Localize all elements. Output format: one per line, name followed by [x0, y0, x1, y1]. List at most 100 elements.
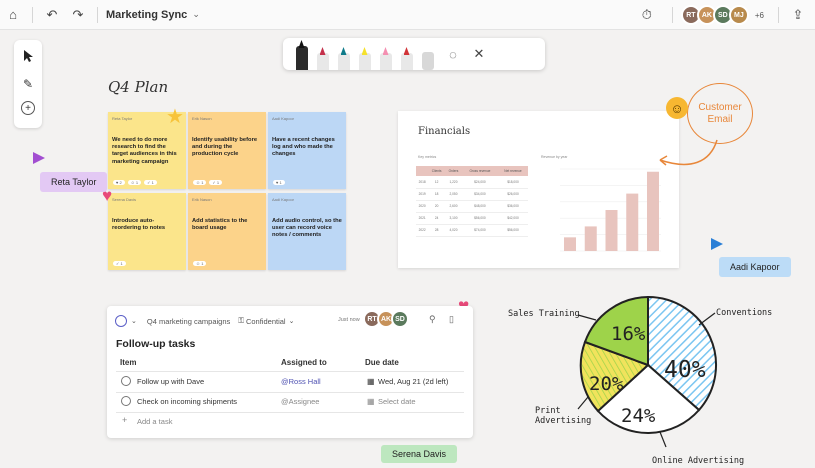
sticky-note[interactable]: Erik Nason Identify usability before and…: [188, 112, 266, 189]
note-text: Add audio control, so the user can recor…: [272, 218, 342, 239]
left-toolbar: ✎ +: [14, 40, 42, 128]
sticky-note[interactable]: Serena Davis Introduce auto-reordering t…: [108, 193, 186, 270]
task-row[interactable]: Check on incoming shipments @Assignee ▦ …: [107, 393, 473, 411]
pie-drawing: [577, 295, 717, 448]
avatar[interactable]: SD: [391, 310, 409, 328]
customer-email-bubble[interactable]: Customer Email: [687, 83, 753, 144]
card-title: Follow-up tasks: [116, 338, 196, 350]
note-reactions: ☺ 1 ✓ 1: [193, 180, 225, 185]
eraser-icon[interactable]: [421, 52, 434, 70]
table-row: 2019 18 2,050 $34,000 $26,000: [416, 188, 528, 201]
more-options-icon[interactable]: ▯: [449, 314, 454, 325]
leader-line: [577, 314, 597, 321]
chart-bar: [564, 237, 576, 251]
note-author: Erik Nason: [192, 197, 212, 202]
breadcrumb[interactable]: Q4 marketing campaigns: [147, 317, 230, 326]
pie-label-online: Online Advertising: [652, 456, 745, 466]
divider: [97, 6, 98, 23]
table-header: Orders: [445, 166, 462, 176]
pie-value-online: 24%: [621, 405, 656, 427]
table-caption: Key metrics: [418, 155, 437, 159]
task-row[interactable]: Follow up with Dave @Ross Hall ▦ Wed, Au…: [107, 373, 473, 391]
canvas-title: Q4 Plan: [108, 78, 169, 96]
follow-up-tasks-card[interactable]: ⌄ Q4 marketing campaigns ⚿ Confidential …: [107, 306, 473, 438]
select-pointer-icon[interactable]: [17, 45, 39, 67]
pink-highlighter-icon[interactable]: [379, 47, 392, 70]
task-due-date[interactable]: Wed, Aug 21 (2d left): [378, 377, 448, 386]
metrics-table: Clients Orders Gross revenue Net revenue…: [416, 166, 528, 237]
chevron-down-icon[interactable]: ⌄: [289, 317, 295, 325]
sticky-note[interactable]: Aadi Kapoor Have a recent changes log an…: [268, 112, 346, 189]
financials-title: Financials: [418, 126, 471, 137]
home-icon[interactable]: ⌂: [0, 2, 26, 28]
edited-status: Just now: [338, 317, 360, 323]
share-icon[interactable]: ⇪: [785, 2, 811, 28]
inking-toolbar: ◌ ✕: [283, 38, 545, 70]
calendar-icon: ▦: [367, 377, 375, 386]
leader-line: [698, 312, 716, 326]
column-header-assigned: Assigned to: [281, 358, 327, 367]
table-row: 2022 28 4,020 $74,000 $56,000: [416, 224, 528, 237]
note-reactions: ☺ 1: [193, 261, 209, 266]
add-icon[interactable]: +: [21, 101, 35, 115]
customer-email-line2: Email: [707, 113, 733, 125]
connector-arrow: [659, 139, 718, 166]
note-text: Have a recent changes log and who made t…: [272, 137, 335, 158]
task-checkbox[interactable]: [121, 396, 131, 406]
collaborator-count[interactable]: +6: [755, 11, 764, 20]
task-assignee[interactable]: @Assignee: [281, 397, 319, 406]
yellow-highlighter-icon[interactable]: [358, 47, 371, 70]
add-icon[interactable]: +: [122, 415, 127, 425]
sticky-note[interactable]: Erik Nason Add statistics to the board u…: [188, 193, 266, 270]
table-row: 2020 20 2,600 $48,000 $36,000: [416, 200, 528, 213]
note-reactions: ♥ 2 ☺ 1 ✓ 1: [113, 180, 160, 185]
close-icon[interactable]: ✕: [468, 38, 490, 70]
pie-label-print: Print Advertising: [535, 406, 592, 426]
divider: [32, 6, 33, 23]
sensitivity-label[interactable]: Confidential: [246, 317, 286, 326]
sensitivity-icon: ⚿: [238, 316, 244, 325]
timer-icon[interactable]: ⏱: [634, 2, 660, 28]
add-task-row[interactable]: + Add a task: [107, 413, 473, 431]
add-task-label[interactable]: Add a task: [137, 417, 172, 426]
chart-caption: Revenue by year: [541, 155, 568, 159]
chevron-down-icon[interactable]: ⌄: [131, 317, 137, 325]
undo-icon[interactable]: ↶: [39, 2, 65, 28]
sticky-note[interactable]: Aadi Kapoor Add audio control, so the us…: [268, 193, 346, 270]
avatar[interactable]: MJ: [728, 5, 749, 25]
task-item[interactable]: Check on incoming shipments: [137, 397, 237, 406]
share-icon[interactable]: ⚲: [429, 314, 436, 325]
pen-icon[interactable]: ✎: [17, 73, 39, 95]
lasso-icon[interactable]: ◌: [442, 38, 464, 70]
note-author: Aadi Kapoor: [272, 116, 295, 121]
note-author: Erik Nason: [192, 116, 212, 121]
card-avatars: RT AK SD: [363, 310, 409, 328]
financials-card[interactable]: Financials Key metrics Revenue by year C…: [398, 111, 679, 268]
red-marker-icon[interactable]: [400, 47, 413, 70]
red-pen-icon[interactable]: [316, 47, 329, 70]
star-sticker-icon: ★: [166, 106, 184, 128]
document-title[interactable]: Marketing Sync: [106, 9, 187, 21]
task-item[interactable]: Follow up with Dave: [137, 377, 204, 386]
chart-bar: [626, 193, 639, 251]
task-assignee[interactable]: @Ross Hall: [281, 377, 321, 386]
loop-icon[interactable]: [115, 315, 127, 327]
cursor-label-serena: Serena Davis: [381, 445, 458, 463]
redo-icon[interactable]: ↷: [65, 2, 91, 28]
chevron-down-icon[interactable]: ⌄: [192, 9, 200, 20]
task-due-date[interactable]: Select date: [378, 397, 416, 406]
cursor-aadi-icon: [711, 238, 723, 250]
column-header-item: Item: [120, 358, 137, 367]
cursor-label-reta: Reta Taylor: [40, 172, 108, 192]
smiley-sticker-icon: ☺: [666, 97, 688, 119]
teal-pen-icon[interactable]: [337, 47, 350, 70]
revenue-bar-chart: [560, 168, 661, 252]
task-checkbox[interactable]: [121, 376, 131, 386]
divider: [116, 371, 464, 372]
pie-label-conventions: Conventions: [716, 308, 773, 318]
cursor-label-aadi: Aadi Kapoor: [719, 257, 791, 277]
divider: [671, 7, 673, 23]
chart-bar: [605, 210, 618, 251]
black-pen-icon[interactable]: [295, 40, 308, 70]
card-header: ⌄ Q4 marketing campaigns ⚿ Confidential …: [115, 315, 294, 327]
